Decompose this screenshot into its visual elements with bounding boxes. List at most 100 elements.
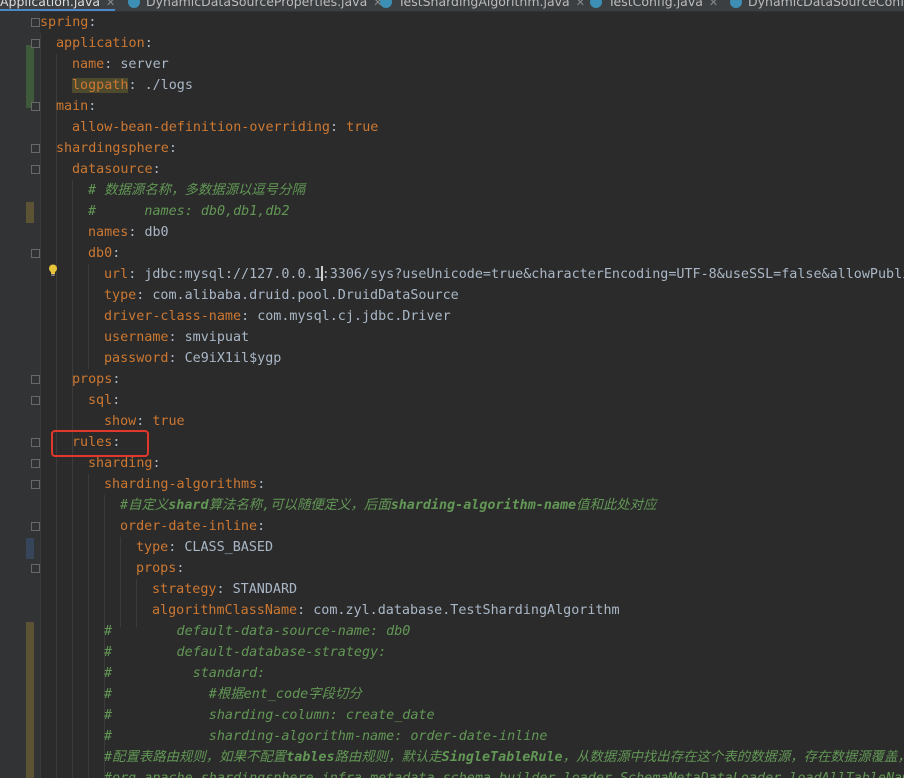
code-comment: # default-database-strategy: bbox=[104, 645, 387, 660]
yaml-key: type bbox=[136, 540, 169, 555]
code-line: username: smvipuat bbox=[104, 330, 250, 345]
fold-marker-icon[interactable] bbox=[31, 459, 40, 468]
tab-dynamicdatasourceproperties-java[interactable]: DynamicDataSourceProperties.java ✕ bbox=[128, 0, 382, 10]
code-line: spring: bbox=[40, 15, 97, 30]
close-icon[interactable]: ✕ bbox=[576, 0, 585, 9]
vcs-change-marker[interactable] bbox=[26, 538, 34, 559]
code-editor[interactable]: spring: application: name: server logpat… bbox=[40, 12, 904, 778]
tab-label: Application.java bbox=[0, 0, 101, 9]
java-class-icon bbox=[128, 0, 140, 8]
yaml-key: sql bbox=[88, 393, 113, 408]
fold-marker-icon[interactable] bbox=[31, 480, 40, 489]
vcs-change-marker[interactable] bbox=[26, 45, 34, 108]
yaml-key: show bbox=[104, 414, 137, 429]
yaml-key: application bbox=[56, 36, 145, 51]
yaml-value: com.mysql.cj.jdbc.Driver bbox=[257, 309, 451, 324]
editor-gutter[interactable] bbox=[0, 12, 40, 778]
java-class-icon bbox=[380, 0, 392, 8]
code-comment: # 数据源名称，多数据源以逗号分隔 bbox=[88, 183, 305, 198]
yaml-value: :3306/sys?useUnicode=true&characterEncod… bbox=[321, 267, 904, 282]
tab-testconfig-java[interactable]: TestConfig.java ✕ bbox=[590, 0, 718, 10]
fold-marker-icon[interactable] bbox=[31, 396, 40, 405]
yaml-key: sharding bbox=[88, 456, 153, 471]
yaml-key: password bbox=[104, 351, 169, 366]
yaml-key: db0 bbox=[88, 246, 113, 261]
fold-marker-icon[interactable] bbox=[31, 249, 40, 258]
yaml-key: driver-class-name bbox=[104, 309, 242, 324]
java-class-icon bbox=[590, 0, 602, 8]
fold-marker-icon[interactable] bbox=[31, 102, 40, 111]
yaml-key: logpath bbox=[72, 78, 129, 93]
code-comment: # #根据ent_code字段切分 bbox=[104, 687, 362, 702]
fold-marker-icon[interactable] bbox=[31, 165, 40, 174]
yaml-key: type bbox=[104, 288, 137, 303]
code-line: order-date-inline: bbox=[120, 519, 266, 534]
code-line: password: Ce9iX1il$ygp bbox=[104, 351, 282, 366]
fold-marker-icon[interactable] bbox=[31, 522, 40, 531]
close-icon[interactable]: ✕ bbox=[106, 0, 115, 9]
code-comment: # sharding-algorithm-name: order-date-in… bbox=[104, 729, 548, 744]
yaml-key: spring bbox=[40, 15, 89, 30]
code-comment: # names: db0,db1,db2 bbox=[88, 204, 290, 219]
fold-marker-icon[interactable] bbox=[31, 144, 40, 153]
tab-label: TestShardingAlgorithm.java bbox=[398, 0, 570, 9]
code-line: props: bbox=[72, 372, 121, 387]
code-line: db0: bbox=[88, 246, 121, 261]
code-line: application: bbox=[56, 36, 153, 51]
fold-marker-icon[interactable] bbox=[31, 375, 40, 384]
tab-application-java[interactable]: Application.java ✕ bbox=[0, 0, 116, 11]
vcs-change-marker[interactable] bbox=[26, 202, 34, 223]
yaml-key: algorithmClassName bbox=[152, 603, 298, 618]
yaml-key: url bbox=[104, 267, 129, 282]
tab-label: DynamicDataSourceConfig bbox=[748, 0, 904, 9]
yaml-key: username bbox=[104, 330, 169, 345]
yaml-key: strategy bbox=[152, 582, 217, 597]
code-line: strategy: STANDARD bbox=[152, 582, 298, 597]
tab-label: DynamicDataSourceProperties.java bbox=[146, 0, 368, 9]
java-class-icon bbox=[730, 0, 742, 8]
fold-marker-icon[interactable] bbox=[31, 438, 40, 447]
code-comment: #配置表路由规则，如果不配置tables路由规则，默认走SingleTableR… bbox=[104, 750, 904, 765]
indent-guide bbox=[120, 537, 121, 627]
indent-guide bbox=[88, 264, 89, 369]
fold-marker-icon[interactable] bbox=[31, 39, 40, 48]
indent-guide bbox=[136, 579, 137, 627]
yaml-value: jdbc:mysql://127.0.0.1 bbox=[144, 267, 322, 282]
yaml-value: true bbox=[346, 120, 379, 135]
code-comment: #自定义shard算法名称,可以随便定义，后面sharding-algorith… bbox=[120, 498, 657, 513]
yaml-key: props bbox=[72, 372, 113, 387]
fold-marker-icon[interactable] bbox=[31, 564, 40, 573]
yaml-value: true bbox=[152, 414, 185, 429]
lightbulb-icon[interactable] bbox=[48, 264, 58, 276]
yaml-key: order-date-inline bbox=[120, 519, 258, 534]
close-icon[interactable]: ✕ bbox=[709, 0, 718, 9]
yaml-key: props bbox=[136, 561, 177, 576]
yaml-key: sharding-algorithms bbox=[104, 477, 258, 492]
yaml-key: datasource bbox=[72, 162, 153, 177]
yaml-key: main bbox=[56, 99, 89, 114]
code-comment: # default-data-source-name: db0 bbox=[104, 624, 411, 639]
code-line: props: bbox=[136, 561, 185, 576]
code-line: datasource: bbox=[72, 162, 161, 177]
code-comment: # standard: bbox=[104, 666, 266, 681]
code-line: shardingsphere: bbox=[56, 141, 177, 156]
code-line: main: bbox=[56, 99, 97, 114]
yaml-value: STANDARD bbox=[232, 582, 298, 597]
fold-marker-icon[interactable] bbox=[31, 18, 40, 27]
annotation-highlight-box bbox=[51, 430, 149, 457]
code-line: sharding-algorithms: bbox=[104, 477, 266, 492]
yaml-value: com.alibaba.druid.pool.DruidDataSource bbox=[152, 288, 459, 303]
yaml-value: server bbox=[120, 57, 169, 72]
yaml-value: CLASS_BASED bbox=[184, 540, 274, 555]
indent-guide bbox=[56, 54, 57, 778]
text-caret bbox=[320, 265, 323, 281]
tab-dynamicdatasourceconfig[interactable]: DynamicDataSourceConfig bbox=[730, 0, 904, 10]
indent-guide bbox=[40, 33, 41, 778]
yaml-key: shardingsphere bbox=[56, 141, 169, 156]
code-line: driver-class-name: com.mysql.cj.jdbc.Dri… bbox=[104, 309, 451, 324]
code-comment: #org.apache.shardingsphere.infra.metadat… bbox=[104, 768, 904, 778]
tab-testshardingalgorithm-java[interactable]: TestShardingAlgorithm.java ✕ bbox=[380, 0, 585, 10]
code-line: show: true bbox=[104, 414, 185, 429]
yaml-value: smvipuat bbox=[184, 330, 250, 345]
vcs-change-marker[interactable] bbox=[26, 622, 34, 778]
